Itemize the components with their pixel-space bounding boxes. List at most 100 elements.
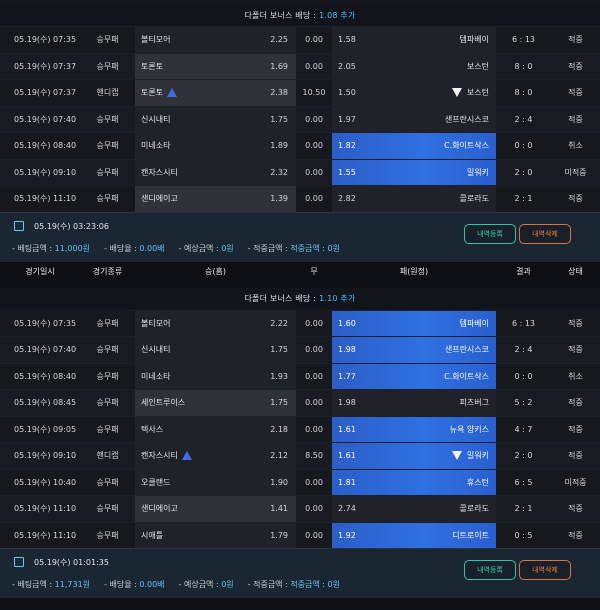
away-pick[interactable]: 1.61 밀워키 bbox=[332, 443, 496, 469]
draw-odds[interactable]: 0.00 bbox=[296, 133, 332, 159]
expected-amount-label: 예상금액 : bbox=[183, 580, 219, 589]
draw-odds[interactable]: 0.00 bbox=[296, 54, 332, 80]
register-history-button[interactable]: 내역등록 bbox=[464, 223, 516, 244]
game-type: 승무패 bbox=[96, 194, 119, 204]
away-pick[interactable]: 1.77 C.화이트삭스 bbox=[332, 363, 496, 389]
bet-row: 05.19(수) 10:40 승무패 오클랜드 1.90 0.00 1.81 휴스턴 6 : … bbox=[0, 468, 600, 496]
bet-row: 05.19(수) 07:40 승무패 신시내티 1.75 0.00 1.97 샌프란시스코 2… bbox=[0, 105, 600, 133]
away-pick[interactable]: 1.60 템파베이 bbox=[332, 310, 496, 336]
draw-odds[interactable]: 0.00 bbox=[296, 160, 332, 186]
draw-odds[interactable]: 0.00 bbox=[296, 107, 332, 133]
draw-odds[interactable]: 0.00 bbox=[296, 496, 332, 522]
home-pick[interactable]: 신시내티 1.75 bbox=[135, 106, 296, 132]
home-team-name: 샌디에이고 bbox=[141, 504, 178, 514]
home-team: 시애틀 bbox=[141, 530, 270, 541]
home-odds: 1.75 bbox=[270, 345, 288, 355]
register-history-button[interactable]: 내역등록 bbox=[464, 560, 516, 580]
away-odds: 1.77 bbox=[338, 371, 356, 381]
away-odds: 1.58 bbox=[338, 35, 356, 45]
home-pick[interactable]: 토론토 2.38 bbox=[135, 80, 296, 106]
draw-odds[interactable]: 0.00 bbox=[296, 337, 332, 363]
draw-odds[interactable]: 0.00 bbox=[296, 27, 332, 53]
bet-row: 05.19(수) 09:05 승무패 텍사스 2.18 0.00 1.61 뉴욕 양키스 4 … bbox=[0, 415, 600, 443]
away-team-name: 샌프란시스코 bbox=[444, 114, 489, 124]
match-datetime: 05.19(수) 07:35 bbox=[14, 318, 77, 328]
draw-odds[interactable]: 8.50 bbox=[296, 443, 332, 469]
away-team: 뉴욕 양키스 bbox=[378, 424, 489, 435]
home-team-name: 신시내티 bbox=[141, 345, 171, 355]
draw-odds[interactable]: 0.00 bbox=[296, 390, 332, 416]
away-pick[interactable]: 1.50 보스턴 bbox=[332, 80, 496, 106]
delete-history-button[interactable]: 내역삭제 bbox=[519, 223, 571, 244]
home-pick[interactable]: 미네소타 1.93 bbox=[135, 363, 296, 389]
home-team-name: 미네소타 bbox=[141, 371, 171, 381]
home-pick[interactable]: 캔자스시티 2.12 bbox=[135, 443, 296, 469]
draw-odds[interactable]: 10.50 bbox=[296, 80, 332, 106]
game-type: 승무패 bbox=[96, 318, 119, 328]
away-team: 콜로라도 bbox=[378, 193, 489, 204]
draw-odds[interactable]: 0.00 bbox=[296, 364, 332, 390]
slip-checkbox[interactable] bbox=[14, 220, 24, 231]
away-pick[interactable]: 1.82 C.화이트삭스 bbox=[332, 133, 496, 159]
home-pick[interactable]: 샌디에이고 1.39 bbox=[135, 186, 296, 212]
away-team-name: 보스턴 bbox=[466, 88, 489, 98]
home-pick[interactable]: 신시내티 1.75 bbox=[135, 337, 296, 363]
away-pick[interactable]: 1.92 디트로이트 bbox=[332, 522, 496, 548]
home-odds: 1.69 bbox=[270, 61, 288, 71]
home-pick[interactable]: 오클랜드 1.90 bbox=[135, 469, 296, 495]
slip-checkbox[interactable] bbox=[14, 557, 24, 567]
away-pick[interactable]: 1.98 피츠버그 bbox=[332, 390, 496, 416]
col-draw: 무 bbox=[310, 267, 318, 276]
draw-odds[interactable]: 0.00 bbox=[296, 417, 332, 443]
home-pick[interactable]: 시애틀 1.79 bbox=[135, 522, 296, 548]
away-pick[interactable]: 2.74 콜로라도 bbox=[332, 496, 496, 522]
bet-row: 05.19(수) 11:10 승무패 샌디에이고 1.41 0.00 2.74 콜로라도 2 … bbox=[0, 495, 600, 522]
away-odds: 1.92 bbox=[338, 530, 356, 540]
home-team-name: 신시내티 bbox=[141, 114, 171, 124]
win-amount-label: 적중금액 : bbox=[253, 580, 288, 589]
away-pick[interactable]: 2.82 콜로라도 bbox=[332, 186, 496, 212]
match-datetime: 05.19(수) 09:10 bbox=[14, 451, 77, 461]
delete-history-button[interactable]: 내역삭제 bbox=[519, 560, 571, 580]
game-type: 승무패 bbox=[96, 477, 119, 487]
away-pick[interactable]: 1.98 샌프란시스코 bbox=[332, 337, 496, 363]
home-team: 샌디에이고 bbox=[141, 193, 270, 204]
away-pick[interactable]: 1.97 샌프란시스코 bbox=[332, 106, 496, 132]
away-team-name: 피츠버그 bbox=[459, 398, 489, 408]
away-team: 샌프란시스코 bbox=[378, 114, 489, 125]
home-team-name: 시애틀 bbox=[141, 530, 164, 540]
match-score: 0 : 0 bbox=[514, 141, 533, 151]
home-team-name: 토론토 bbox=[141, 61, 164, 71]
match-status: 적중 bbox=[568, 504, 583, 514]
draw-odds[interactable]: 0.00 bbox=[296, 186, 332, 212]
match-status: 적중 bbox=[568, 61, 583, 71]
home-pick[interactable]: 세인트루이스 1.75 bbox=[135, 390, 296, 416]
home-pick[interactable]: 캔자스시티 2.32 bbox=[135, 159, 296, 185]
game-type: 승무패 bbox=[96, 61, 119, 71]
game-type: 승무패 bbox=[96, 35, 119, 45]
home-team: 캔자스시티 bbox=[141, 450, 270, 461]
col-home-win: 승(홈) bbox=[205, 267, 226, 276]
away-pick[interactable]: 2.05 보스턴 bbox=[332, 53, 496, 79]
bet-row: 05.19(수) 08:45 승무패 세인트루이스 1.75 0.00 1.98 피츠버그 5… bbox=[0, 389, 600, 416]
home-pick[interactable]: 샌디에이고 1.41 bbox=[135, 496, 296, 522]
home-pick[interactable]: 텍사스 2.18 bbox=[135, 416, 296, 442]
home-odds: 1.90 bbox=[270, 477, 288, 487]
away-odds: 2.05 bbox=[338, 61, 356, 71]
draw-odds[interactable]: 0.00 bbox=[296, 470, 332, 496]
home-pick[interactable]: 볼티모어 2.25 bbox=[135, 27, 296, 53]
match-datetime: 05.19(수) 09:10 bbox=[14, 167, 77, 177]
draw-odds[interactable]: 0.00 bbox=[296, 523, 332, 549]
away-pick[interactable]: 1.81 휴스턴 bbox=[332, 469, 496, 495]
away-pick[interactable]: 1.55 밀워키 bbox=[332, 159, 496, 185]
away-pick[interactable]: 1.61 뉴욕 양키스 bbox=[332, 416, 496, 442]
away-pick[interactable]: 1.58 템파베이 bbox=[332, 27, 496, 53]
home-odds: 1.75 bbox=[270, 398, 288, 408]
away-team-name: 휴스턴 bbox=[466, 477, 489, 487]
home-odds: 1.89 bbox=[270, 141, 288, 151]
match-status: 적중 bbox=[568, 35, 583, 45]
draw-odds[interactable]: 0.00 bbox=[296, 311, 332, 337]
home-pick[interactable]: 볼티모어 2.22 bbox=[135, 310, 296, 336]
home-pick[interactable]: 미네소타 1.89 bbox=[135, 133, 296, 159]
home-pick[interactable]: 토론토 1.69 bbox=[135, 53, 296, 79]
